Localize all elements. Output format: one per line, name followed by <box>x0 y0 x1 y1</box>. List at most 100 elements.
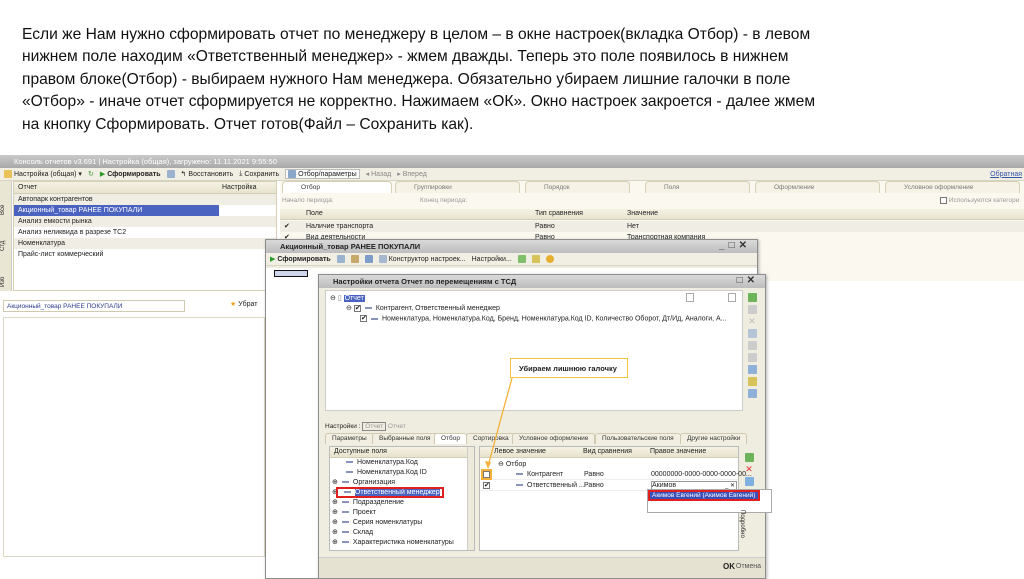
col-comparison: Вид сравнения <box>583 448 632 455</box>
table-row[interactable]: ✔ Наличие транспорта Равно Нет <box>280 221 1024 232</box>
text-line: «Отбор» - иначе отчет сформируется не ко… <box>22 93 816 111</box>
list-item[interactable]: Прайс-лист коммерческий <box>14 249 276 260</box>
table-add-icon[interactable] <box>747 389 757 398</box>
list-item[interactable]: ⊕ Организация <box>330 478 474 488</box>
tab-groupings[interactable]: Группировки <box>395 181 520 193</box>
result-cell[interactable] <box>274 270 308 277</box>
dropdown-option[interactable]: Акимов Евгений (Акимов Евгений) <box>648 490 760 501</box>
filter-group[interactable]: ⊖ Отбор <box>498 460 526 468</box>
main-toolbar: Настройка (общая) ▾ ↻ ▶ Сформировать ↰ Восс… <box>0 168 1024 181</box>
tab-fields[interactable]: Поля <box>645 181 750 193</box>
back-button[interactable]: ◂ Назад <box>366 170 392 179</box>
back-label: Назад <box>371 170 392 178</box>
list-item[interactable]: Анализ неликвида в разрезе ТС2 <box>14 227 276 238</box>
list-item[interactable]: Автопарк контрагентов <box>14 194 276 205</box>
tree-node-root[interactable]: ⊖ ▯ Отчет <box>330 294 365 302</box>
tab-sorting[interactable]: Сортировка <box>466 433 516 444</box>
list-item[interactable]: ⊕ Проект <box>330 508 474 518</box>
help-icon[interactable] <box>545 255 554 263</box>
side-tab-std[interactable]: Стд <box>0 221 6 251</box>
details-button[interactable]: Подробно <box>739 510 745 538</box>
delete-icon[interactable]: ✕ <box>748 317 757 326</box>
list-item[interactable]: Акционный_товар РАНЕЕ ПОКУПАЛИ <box>14 205 219 216</box>
edit-icon[interactable] <box>747 305 757 314</box>
side-tab-fav[interactable]: Изб <box>0 257 6 287</box>
delete-icon[interactable]: ✕ <box>745 465 754 474</box>
tab-filter[interactable]: Отбор <box>282 181 392 193</box>
cell: Равно <box>584 471 604 478</box>
settings-value[interactable]: Отчет <box>362 422 387 431</box>
checkbox[interactable]: ✔ <box>353 304 361 312</box>
settings-dropdown[interactable]: Настройка (общая) ▾ <box>4 170 82 178</box>
move-up-icon[interactable] <box>747 341 757 350</box>
remove-favorite-button[interactable]: ★ Убрат <box>230 300 257 309</box>
move-down-icon[interactable] <box>747 353 757 362</box>
add-icon[interactable] <box>747 293 757 302</box>
forward-button[interactable]: ▸ Вперед <box>397 170 427 179</box>
text-line: на кнопку Сформировать. Отчет готов(Файл… <box>22 115 474 133</box>
generate-button[interactable]: ▶ Сформировать <box>100 170 161 179</box>
list-item[interactable]: ⊕ Подразделение <box>330 498 474 508</box>
tab-order[interactable]: Порядок <box>525 181 630 193</box>
current-report-field[interactable]: Акционный_товар РАНЕЕ ПОКУПАЛИ <box>3 300 185 312</box>
app-title-bar: Консоль отчетов v3.691 | Настройка (обща… <box>0 155 1024 168</box>
side-tab-all[interactable]: Все <box>0 185 6 215</box>
load-icon[interactable] <box>517 255 526 263</box>
available-fields-header: Доступные поля <box>330 447 474 458</box>
cancel-button[interactable]: Отмена <box>736 563 761 570</box>
tab-parameters[interactable]: Параметры <box>325 433 374 444</box>
list-item[interactable]: ⊕ Характеристика номенклатуры <box>330 538 474 548</box>
row-checkbox-unchecked[interactable] <box>481 469 492 480</box>
tab-design[interactable]: Оформление <box>755 181 880 193</box>
tree-option-icon[interactable] <box>728 293 736 302</box>
scrollbar[interactable] <box>467 447 474 550</box>
filter-icon <box>288 170 297 178</box>
dialog-generate-label: Сформировать <box>277 255 331 263</box>
checkbox[interactable]: ✔ <box>360 315 367 322</box>
ungroup-icon[interactable] <box>747 377 757 386</box>
list-item[interactable]: ⊕ Серия номенклатуры <box>330 518 474 528</box>
list-item[interactable]: Номенклатура.Код ID <box>330 468 474 478</box>
use-categories-checkbox[interactable]: Используются категори <box>940 197 1019 204</box>
variant-icon[interactable] <box>336 255 345 263</box>
filter-params-button[interactable]: Отбор/параметры <box>285 169 360 179</box>
table-row[interactable]: Контрагент Равно 00000000-0000-0000-0000… <box>480 469 752 480</box>
list-item[interactable]: Анализ емкости рынка <box>14 216 276 227</box>
dialog-generate-button[interactable]: ▶ Сформировать <box>270 255 331 264</box>
field-icon <box>341 541 349 544</box>
clear-button[interactable]: _ ✕ <box>725 482 735 489</box>
move-up-icon[interactable] <box>744 477 754 486</box>
list-item[interactable]: ⊕ Склад <box>330 528 474 538</box>
window-controls[interactable]: □✕ <box>737 275 759 286</box>
add-icon[interactable] <box>744 453 754 462</box>
feedback-link[interactable]: Обратная <box>990 171 1024 178</box>
tree-node-group[interactable]: ⊖ ✔ Контрагент, Ответственный менеджер <box>346 304 500 312</box>
dialog-settings-button[interactable]: Настройки... <box>472 256 512 263</box>
filter-params-label: Отбор/параметры <box>298 170 357 178</box>
ok-button[interactable]: OK <box>723 562 735 571</box>
tab-conditional-design[interactable]: Условное оформление <box>885 181 1020 193</box>
tab-filter[interactable]: Отбор <box>434 433 467 444</box>
restore-button[interactable]: ↰ Восстановить <box>181 170 234 179</box>
tab-selected-fields[interactable]: Выбранные поля <box>372 433 438 444</box>
search-icon[interactable] <box>747 329 757 338</box>
window-controls[interactable]: _□✕ <box>719 240 751 251</box>
table-icon[interactable] <box>364 255 373 263</box>
save-settings-icon[interactable] <box>531 255 540 263</box>
row-checkbox-checked[interactable]: ✔ <box>483 482 490 489</box>
list-item[interactable]: ⊕ Ответственный менеджер <box>330 487 474 498</box>
copy-icon[interactable] <box>166 170 175 178</box>
list-item[interactable]: Номенклатура.Код <box>330 458 474 468</box>
refresh-icon[interactable]: ↻ <box>88 170 94 178</box>
tab-user-fields[interactable]: Пользовательские поля <box>595 433 681 444</box>
group-icon[interactable] <box>747 365 757 374</box>
constructor-button[interactable]: Конструктор настроек... <box>378 255 466 263</box>
tree-option-icon[interactable] <box>686 293 694 302</box>
save-button[interactable]: ⤓ Сохранить <box>239 170 279 178</box>
tree-icon[interactable] <box>350 255 359 263</box>
tree-node-detail[interactable]: ✔ Номенклатура, Номенклатура.Код, Бренд, … <box>360 315 727 322</box>
use-categories-label: Используются категори <box>948 197 1020 205</box>
list-item[interactable]: Номенклатура <box>14 238 276 249</box>
tab-conditional-design[interactable]: Условное оформление <box>512 433 596 444</box>
tab-other-settings[interactable]: Другие настройки <box>680 433 748 444</box>
